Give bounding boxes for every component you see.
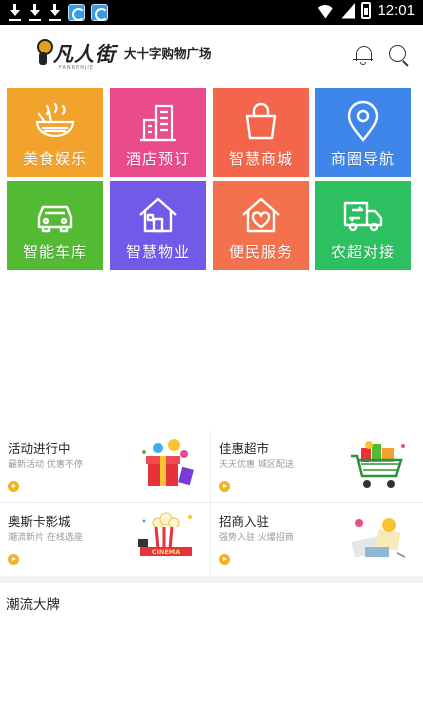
handshake-documents-icon: [351, 518, 406, 558]
location-pin-icon: [347, 100, 379, 142]
hotel-building-icon: [140, 104, 176, 142]
app-header: 凡人街 大十字购物广场 FANRENJIE: [0, 25, 423, 85]
promo-title: 佳惠超市: [219, 441, 270, 456]
tile-label: 智能车库: [22, 243, 87, 261]
tile-smart-garage[interactable]: 智能车库: [7, 181, 103, 270]
brand-name: 凡人街: [53, 41, 116, 66]
tile-farm-supermarket[interactable]: 农超对接: [315, 181, 411, 270]
tile-label: 酒店预订: [125, 150, 190, 168]
promo-activities[interactable]: 活动进行中 最新活动 优惠不停: [0, 430, 210, 502]
promo-title: 奥斯卡影城: [8, 514, 71, 529]
tile-label: 农超对接: [330, 243, 395, 261]
tile-smart-property[interactable]: 智慧物业: [110, 181, 206, 270]
heart-house-icon: [242, 197, 280, 233]
house-icon: [139, 197, 177, 233]
notification-bell-icon[interactable]: [352, 44, 374, 66]
promo-title: 活动进行中: [8, 441, 71, 456]
tile-food-entertainment[interactable]: 美食娱乐: [7, 88, 103, 177]
battery-icon: [361, 2, 372, 19]
promo-desc: 最新活动 优惠不停: [8, 460, 83, 470]
section-title-trendy-brands: 潮流大牌: [6, 597, 60, 613]
signal-icon: [341, 2, 356, 19]
arrow-right-icon[interactable]: [219, 481, 230, 492]
section-separator: [0, 576, 423, 583]
brand-pinyin: FANRENJIE: [59, 65, 95, 71]
promo-desc: 强势入驻 火爆招商: [219, 533, 294, 543]
cinema-label: CINEMA: [152, 548, 181, 556]
promo-cinema[interactable]: 奥斯卡影城 潮流新片 在线选座 CINEMA: [0, 503, 210, 575]
car-icon: [37, 205, 73, 233]
clock: 12:01: [377, 2, 415, 19]
wifi-icon: [315, 3, 335, 19]
download-icon: [28, 3, 42, 21]
download-icon: [48, 3, 62, 21]
search-icon[interactable]: [388, 44, 410, 66]
arrow-right-icon[interactable]: [8, 481, 19, 492]
promo-section: 活动进行中 最新活动 优惠不停 佳惠超市 天天优惠 城区配送 奥斯卡影城 潮流新…: [0, 430, 423, 576]
status-bar: 12:01: [0, 0, 423, 25]
download-icon: [8, 3, 22, 21]
promo-supermarket[interactable]: 佳惠超市 天天优惠 城区配送: [211, 430, 421, 502]
arrow-right-icon[interactable]: [219, 554, 230, 565]
tile-district-navigation[interactable]: 商圈导航: [315, 88, 411, 177]
tile-label: 便民服务: [228, 243, 293, 261]
app-logo[interactable]: 凡人街 大十字购物广场 FANRENJIE: [33, 37, 212, 71]
gift-box-icon: [142, 439, 194, 486]
arrow-right-icon[interactable]: [8, 554, 19, 565]
system-icons: 12:01: [315, 2, 415, 19]
promo-desc: 潮流新片 在线选座: [8, 533, 83, 543]
tile-label: 智慧商城: [228, 150, 293, 168]
promo-title: 招商入驻: [219, 514, 270, 529]
app-notification-icon: [68, 3, 85, 21]
promo-merchant-recruitment[interactable]: 招商入驻 强势入驻 火爆招商: [211, 503, 421, 575]
app-notification-icon: [91, 3, 108, 21]
promo-desc: 天天优惠 城区配送: [219, 460, 294, 470]
tile-label: 美食娱乐: [22, 150, 87, 168]
tile-label: 智慧物业: [125, 243, 190, 261]
tile-convenience-services[interactable]: 便民服务: [213, 181, 309, 270]
tile-hotel-booking[interactable]: 酒店预订: [110, 88, 206, 177]
shopping-cart-icon: [351, 441, 405, 488]
mascot-icon: [33, 37, 53, 67]
tile-smart-mall[interactable]: 智慧商城: [213, 88, 309, 177]
brand-subtitle: 大十字购物广场: [124, 45, 212, 61]
delivery-truck-icon: [343, 201, 383, 232]
notification-icons: [8, 3, 108, 21]
popcorn-icon: CINEMA: [138, 512, 192, 556]
noodle-bowl-icon: [35, 102, 75, 138]
shopping-bag-icon: [245, 102, 277, 140]
tile-label: 商圈导航: [330, 150, 395, 168]
